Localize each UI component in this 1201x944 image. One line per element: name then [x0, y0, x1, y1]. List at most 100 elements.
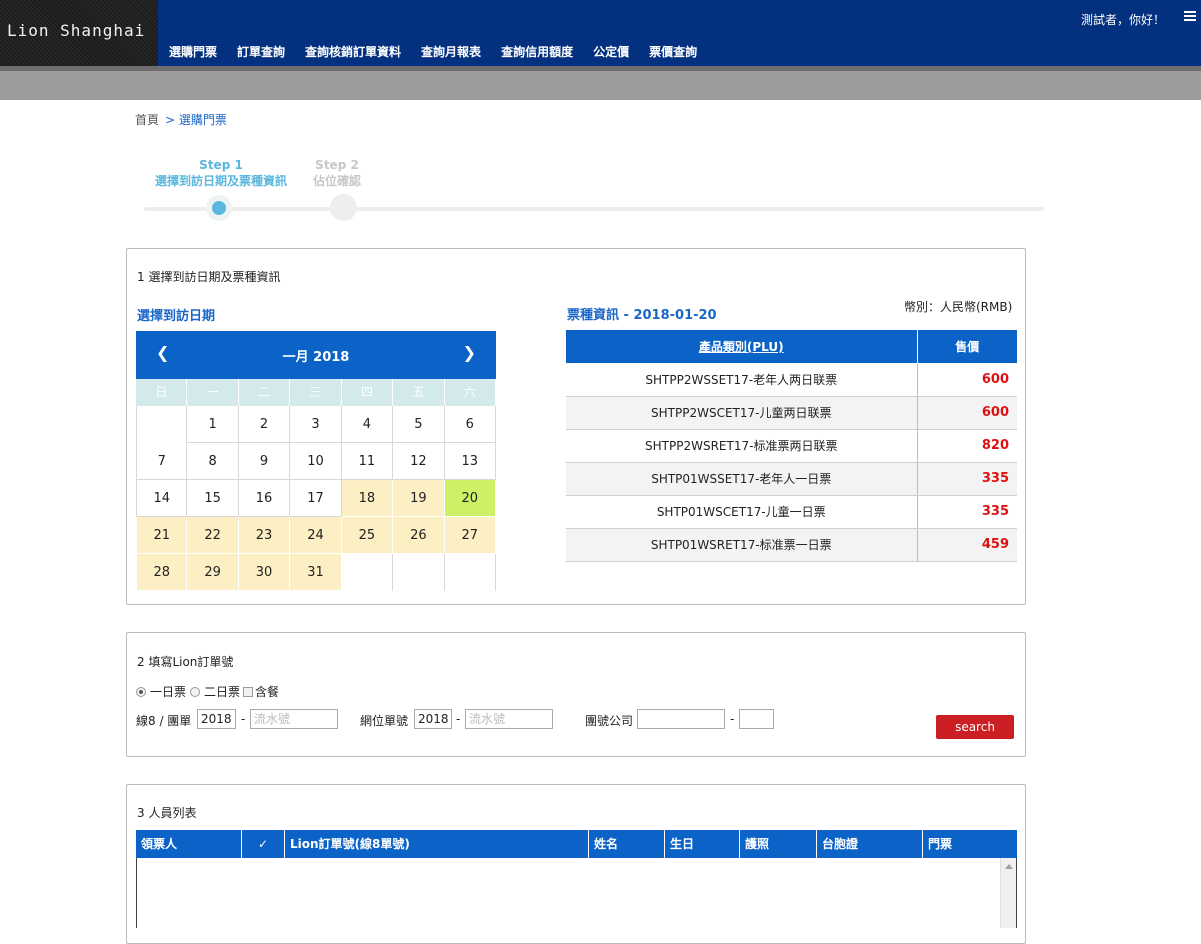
calendar-empty-cell: [445, 554, 496, 591]
search-button[interactable]: search: [936, 715, 1014, 739]
calendar-day[interactable]: 18: [341, 480, 394, 517]
dash: -: [730, 712, 735, 726]
calendar-day: 5: [393, 406, 445, 443]
calendar-day: 9: [238, 443, 291, 480]
calendar-empty-cell: [393, 554, 445, 591]
product-name: SHTP01WSSET17-老年人一日票: [566, 462, 918, 496]
calendar-day: 7: [136, 443, 188, 480]
company-label: 團號公司: [585, 714, 634, 728]
price-row: SHTPP2WSRET17-标准票两日联票 820: [566, 429, 1017, 463]
nav-buy-tickets[interactable]: 選購門票: [169, 43, 217, 60]
panel-title: 3 人員列表: [137, 806, 197, 820]
col-order-number: Lion訂單號(線8單號): [285, 830, 589, 858]
two-day-label: 二日票: [204, 685, 241, 699]
ticket-type-options: 一日票 二日票 含餐: [136, 683, 279, 700]
calendar-day[interactable]: 23: [238, 517, 291, 554]
web-year-input[interactable]: [414, 709, 452, 729]
calendar-empty-cell: [342, 554, 394, 591]
plu-header[interactable]: 產品類別(PLU): [566, 330, 918, 363]
calendar-day: 6: [444, 406, 496, 443]
currency-label: 幣別：人民幣(RMB): [904, 300, 1013, 314]
calendar-header: ❮ 一月 2018 ❯: [136, 331, 496, 379]
step-2-marker: [330, 194, 357, 221]
weekday-header: 三: [290, 379, 342, 406]
product-price: 820: [917, 429, 1017, 463]
calendar-day[interactable]: 30: [238, 554, 291, 591]
sub-bar: [0, 66, 1201, 100]
weekday-header: 六: [445, 379, 496, 406]
step-2: Step 2 佔位確認: [312, 158, 361, 188]
one-day-radio[interactable]: [136, 686, 146, 697]
calendar-day[interactable]: 28: [136, 554, 188, 591]
product-price: 600: [917, 363, 1017, 397]
step-1: Step 1 選擇到訪日期及票種資訊: [154, 158, 287, 188]
hamburger-icon[interactable]: [1184, 11, 1196, 23]
calendar-day[interactable]: 24: [290, 517, 342, 554]
top-navbar: Lion Shanghai 選購門票 訂單查詢 查詢核銷訂單資料 查詢月報表 查…: [0, 0, 1201, 66]
step-1-dot: [212, 201, 226, 215]
breadcrumb-home[interactable]: 首頁: [135, 113, 159, 127]
calendar-day: 16: [238, 480, 291, 517]
ticket-section-title: 票種資訊 - 2018-01-20: [567, 308, 717, 323]
line8-serial-input[interactable]: [250, 709, 338, 729]
calendar-day[interactable]: 31: [290, 554, 342, 591]
product-price: 600: [917, 396, 1017, 430]
two-day-radio[interactable]: [190, 686, 201, 697]
step-progress-line: [144, 207, 1044, 211]
nav-monthly-report[interactable]: 查詢月報表: [421, 43, 481, 60]
price-row: SHTP01WSRET17-标准票一日票 459: [566, 528, 1017, 562]
logo[interactable]: Lion Shanghai: [0, 0, 158, 66]
nav-price-query[interactable]: 票價查詢: [649, 43, 697, 60]
product-name: SHTP01WSRET17-标准票一日票: [566, 528, 918, 562]
breadcrumb-current[interactable]: > 選購門票: [165, 113, 227, 127]
weekday-header: 二: [239, 379, 291, 406]
calendar-day: 4: [341, 406, 394, 443]
company-input[interactable]: [637, 709, 725, 729]
col-ticket-holder: 領票人: [136, 830, 242, 858]
calendar-day[interactable]: 25: [341, 517, 394, 554]
calendar-day[interactable]: 29: [187, 554, 239, 591]
price-row: SHTPP2WSCET17-儿童两日联票 600: [566, 396, 1017, 430]
weekday-header: 一: [187, 379, 239, 406]
col-name: 姓名: [589, 830, 665, 858]
next-month-icon[interactable]: ❯: [463, 343, 476, 362]
people-table-header: 領票人 ✓ Lion訂單號(線8單號) 姓名 生日 護照 台胞證 門票: [136, 830, 1017, 858]
vertical-scrollbar[interactable]: [1000, 858, 1016, 928]
people-table-body: [136, 858, 1017, 928]
col-ticket: 門票: [928, 837, 953, 851]
price-row: SHTP01WSSET17-老年人一日票 335: [566, 462, 1017, 496]
calendar-day[interactable]: 21: [136, 517, 188, 554]
weekday-header: 五: [393, 379, 445, 406]
calendar-day: 13: [444, 443, 496, 480]
calendar-empty-cell: [136, 406, 188, 443]
col-birthday: 生日: [665, 830, 740, 858]
calendar-day[interactable]: 22: [187, 517, 239, 554]
nav-public-price[interactable]: 公定價: [593, 43, 629, 60]
line8-year-input[interactable]: [197, 709, 236, 729]
order-number-panel: 2 填寫Lion訂單號 一日票 二日票 含餐 線8 / 團單 - 網位單號 - …: [126, 632, 1026, 757]
calendar-day[interactable]: 26: [393, 517, 445, 554]
calendar-day[interactable]: 27: [444, 517, 496, 554]
people-list-panel: 3 人員列表 領票人 ✓ Lion訂單號(線8單號) 姓名 生日 護照 台胞證 …: [126, 784, 1026, 944]
nav-redeemed-orders[interactable]: 查詢核銷訂單資料: [305, 43, 401, 60]
weekday-header: 四: [342, 379, 394, 406]
meal-checkbox[interactable]: [243, 686, 254, 697]
calendar-day: 8: [187, 443, 239, 480]
product-price: 459: [917, 528, 1017, 562]
nav-credit-limit[interactable]: 查詢信用額度: [501, 43, 573, 60]
calendar-day: 15: [187, 480, 239, 517]
company-suffix-input[interactable]: [739, 709, 774, 729]
col-check[interactable]: ✓: [242, 830, 285, 858]
product-price: 335: [917, 495, 1017, 529]
product-name: SHTPP2WSCET17-儿童两日联票: [566, 396, 918, 430]
main-nav: 選購門票 訂單查詢 查詢核銷訂單資料 查詢月報表 查詢信用額度 公定價 票價查詢: [169, 43, 717, 60]
calendar-day[interactable]: 20: [444, 480, 496, 517]
panel-title: 1 選擇到訪日期及票種資訊: [137, 270, 281, 284]
web-serial-input[interactable]: [465, 709, 553, 729]
calendar-day[interactable]: 19: [393, 480, 445, 517]
scroll-up-icon[interactable]: [1005, 864, 1013, 869]
line8-label: 線8 / 團單: [136, 714, 192, 728]
nav-order-query[interactable]: 訂單查詢: [237, 43, 285, 60]
product-name: SHTP01WSCET17-儿童一日票: [566, 495, 918, 529]
calendar-day: 1: [187, 406, 239, 443]
